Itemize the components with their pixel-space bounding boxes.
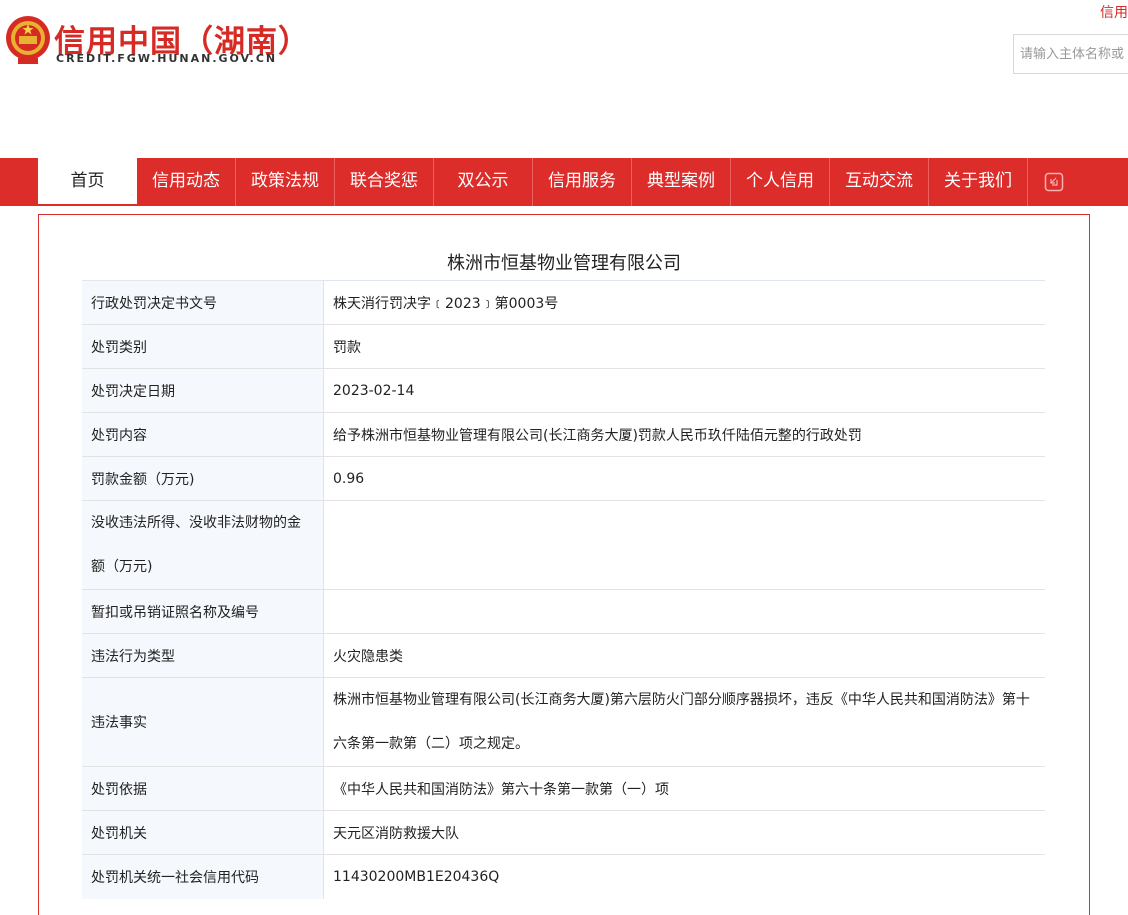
nav-item-credit-news[interactable]: 信用动态 bbox=[137, 158, 236, 206]
table-row: 行政处罚决定书文号 株天消行罚决字﹝2023﹞第0003号 bbox=[82, 280, 1045, 325]
table-row: 没收违法所得、没收非法财物的金额（万元) bbox=[82, 500, 1045, 590]
national-emblem-icon bbox=[6, 16, 50, 64]
row-value: 给予株洲市恒基物业管理有限公司(长江商务大厦)罚款人民币玖仟陆佰元整的行政处罚 bbox=[323, 412, 1045, 457]
main-nav: 首页 信用动态 政策法规 联合奖惩 双公示 信用服务 典型案例 个人信用 互动交… bbox=[0, 158, 1128, 206]
row-label: 违法行为类型 bbox=[82, 633, 324, 678]
row-label: 处罚依据 bbox=[82, 766, 324, 811]
nav-item-policy[interactable]: 政策法规 bbox=[236, 158, 335, 206]
table-row: 处罚依据 《中华人民共和国消防法》第六十条第一款第（一）项 bbox=[82, 766, 1045, 811]
table-row: 暂扣或吊销证照名称及编号 bbox=[82, 589, 1045, 634]
record-panel: 株洲市恒基物业管理有限公司 行政处罚决定书文号 株天消行罚决字﹝2023﹞第00… bbox=[38, 214, 1090, 915]
row-label: 暂扣或吊销证照名称及编号 bbox=[82, 589, 324, 634]
row-label: 处罚决定日期 bbox=[82, 368, 324, 413]
row-label: 处罚内容 bbox=[82, 412, 324, 457]
row-value: 火灾隐患类 bbox=[323, 633, 1045, 678]
row-value: 《中华人民共和国消防法》第六十条第一款第（一）项 bbox=[323, 766, 1045, 811]
row-value: 株洲市恒基物业管理有限公司(长江商务大厦)第六层防火门部分顺序器损坏，违反《中华… bbox=[323, 677, 1045, 767]
row-label: 违法事实 bbox=[82, 677, 324, 767]
table-row: 处罚机关统一社会信用代码 11430200MB1E20436Q bbox=[82, 854, 1045, 899]
nav-items: 首页 信用动态 政策法规 联合奖惩 双公示 信用服务 典型案例 个人信用 互动交… bbox=[38, 158, 1080, 206]
row-value bbox=[323, 589, 1045, 634]
row-label: 行政处罚决定书文号 bbox=[82, 280, 324, 325]
row-value: 11430200MB1E20436Q bbox=[323, 854, 1045, 899]
nav-item-interaction[interactable]: 互动交流 bbox=[830, 158, 929, 206]
row-label: 没收违法所得、没收非法财物的金额（万元) bbox=[82, 500, 324, 590]
table-row: 处罚内容 给予株洲市恒基物业管理有限公司(长江商务大厦)罚款人民币玖仟陆佰元整的… bbox=[82, 412, 1045, 457]
nav-item-double-publicity[interactable]: 双公示 bbox=[434, 158, 533, 206]
company-title: 株洲市恒基物业管理有限公司 bbox=[447, 253, 681, 274]
table-row: 处罚类别 罚款 bbox=[82, 324, 1045, 369]
nav-item-about[interactable]: 关于我们 bbox=[929, 158, 1028, 206]
table-row: 违法事实 株洲市恒基物业管理有限公司(长江商务大厦)第六层防火门部分顺序器损坏，… bbox=[82, 677, 1045, 767]
row-value bbox=[323, 500, 1045, 590]
top-link[interactable]: 信用 bbox=[1100, 2, 1128, 22]
expand-icon bbox=[1044, 172, 1064, 192]
nav-item-typical-cases[interactable]: 典型案例 bbox=[632, 158, 731, 206]
table-row: 违法行为类型 火灾隐患类 bbox=[82, 633, 1045, 678]
row-value: 0.96 bbox=[323, 456, 1045, 501]
row-value: 天元区消防救援大队 bbox=[323, 810, 1045, 855]
row-label: 处罚机关 bbox=[82, 810, 324, 855]
row-value: 株天消行罚决字﹝2023﹞第0003号 bbox=[323, 280, 1045, 325]
row-label: 处罚类别 bbox=[82, 324, 324, 369]
nav-item-credit-service[interactable]: 信用服务 bbox=[533, 158, 632, 206]
site-domain: CREDIT.FGW.HUNAN.GOV.CN bbox=[56, 52, 278, 65]
table-row: 处罚机关 天元区消防救援大队 bbox=[82, 810, 1045, 855]
site-header: 信用中国（湖南） CREDIT.FGW.HUNAN.GOV.CN 信用 bbox=[0, 0, 1128, 158]
nav-expand-button[interactable] bbox=[1028, 158, 1080, 206]
row-label: 处罚机关统一社会信用代码 bbox=[82, 854, 324, 899]
table-row: 处罚决定日期 2023-02-14 bbox=[82, 368, 1045, 413]
penalty-info-table: 行政处罚决定书文号 株天消行罚决字﹝2023﹞第0003号 处罚类别 罚款 处罚… bbox=[82, 280, 1045, 899]
search-input[interactable] bbox=[1013, 34, 1128, 74]
nav-item-joint-rewards[interactable]: 联合奖惩 bbox=[335, 158, 434, 206]
row-value: 2023-02-14 bbox=[323, 368, 1045, 413]
nav-item-home[interactable]: 首页 bbox=[38, 158, 137, 206]
row-label: 罚款金额（万元) bbox=[82, 456, 324, 501]
table-row: 罚款金额（万元) 0.96 bbox=[82, 456, 1045, 501]
nav-item-personal-credit[interactable]: 个人信用 bbox=[731, 158, 830, 206]
row-value: 罚款 bbox=[323, 324, 1045, 369]
